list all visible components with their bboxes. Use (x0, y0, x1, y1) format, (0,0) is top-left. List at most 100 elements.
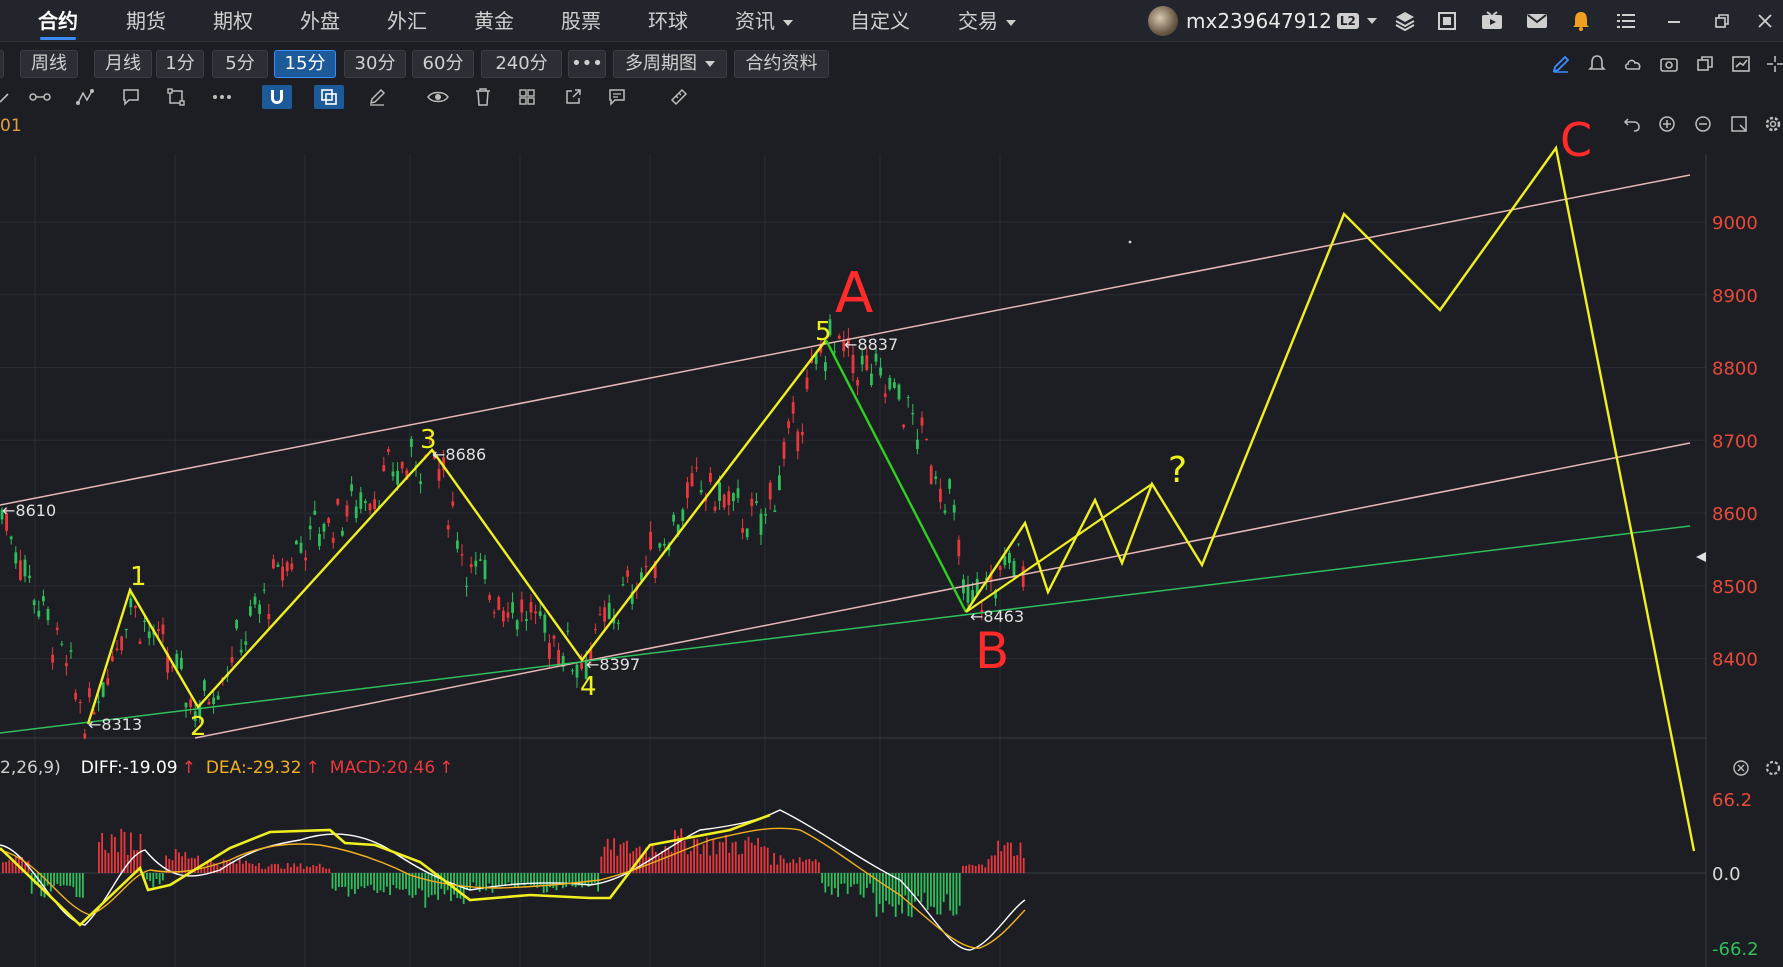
macd-histogram-bar (763, 846, 766, 873)
candle-body (879, 367, 882, 376)
macd-histogram-bar (501, 873, 503, 886)
candle-body (727, 491, 731, 505)
candle-body (479, 559, 482, 561)
macd-settings-icon[interactable] (1765, 760, 1781, 776)
candle-body (327, 518, 330, 524)
candle-body (129, 598, 133, 608)
macd-histogram-bar (56, 873, 59, 884)
candle-body (1003, 556, 1007, 566)
macd-close-icon[interactable] (1733, 760, 1749, 776)
macd-histogram-bar (574, 873, 577, 888)
macd-histogram-bar (846, 873, 849, 894)
candle-body (207, 702, 211, 705)
candle-body (203, 680, 206, 691)
macd-histogram-bar (830, 873, 833, 895)
price-tick-8500: 8500 (1712, 577, 1758, 598)
candle-body (267, 613, 271, 620)
candle-body (244, 641, 248, 645)
macd-histogram-bar (98, 841, 100, 873)
macd-histogram-bar (82, 873, 84, 898)
macd-histogram-bar (488, 873, 491, 884)
macd-histogram-bar (117, 852, 119, 873)
macd-histogram-bar (747, 836, 750, 873)
macd-histogram-bar (62, 873, 65, 886)
candle-body (837, 335, 841, 339)
macd-histogram-bar (46, 873, 49, 886)
macd-histogram-bar (930, 873, 932, 907)
macd-histogram-bar (315, 865, 318, 873)
candle-body (525, 619, 528, 621)
macd-histogram-bar (923, 873, 926, 893)
candle-body (534, 611, 537, 614)
chart-canvas[interactable]: 1 2 3 4 5 ? A B C ←8610 ←8313 ←8686 ←839… (0, 0, 1783, 967)
macd-histogram-bar (418, 873, 420, 889)
macd-histogram-bar (379, 873, 382, 891)
macd-histogram-bar (322, 867, 324, 873)
macd-histogram-bar (226, 860, 228, 873)
macd-histogram-bar (866, 873, 868, 888)
macd-histogram-bar (507, 873, 510, 883)
macd-histogram-bar (8, 859, 11, 873)
macd-histogram-bar (158, 873, 161, 885)
macd-histogram-bar (834, 873, 836, 889)
candle-body (520, 599, 524, 613)
macd-histogram-bar (382, 873, 385, 893)
macd-histogram-bar (782, 858, 785, 873)
macd-histogram-bar (619, 844, 622, 873)
macd-histogram-bar (987, 858, 990, 873)
candle-body (686, 482, 689, 498)
candle-body (722, 494, 726, 508)
macd-histogram-bar (395, 873, 398, 889)
candle-body (943, 510, 947, 513)
macd-histogram-bar (104, 849, 107, 873)
macd-histogram-bar (376, 873, 379, 893)
macd-histogram-bar (392, 873, 395, 885)
macd-histogram-bar (341, 873, 343, 888)
candle-body (111, 656, 114, 662)
macd-histogram-bar (613, 838, 615, 873)
macd-histogram-bar (197, 855, 199, 873)
macd-histogram-bar (997, 840, 999, 873)
candle-body (934, 476, 938, 479)
macd-histogram-bar (2, 862, 4, 873)
macd-histogram-bar (498, 873, 500, 887)
candle-body (272, 559, 275, 569)
candle-body (492, 612, 496, 614)
candle-body (672, 514, 675, 522)
wave-letter-c: C (1560, 113, 1592, 167)
macd-histogram-bar (469, 873, 471, 891)
macd-histogram-bar (363, 873, 366, 888)
macd-histogram-bar (744, 840, 747, 873)
macd-histogram-bar (840, 873, 843, 884)
candle-body (391, 471, 395, 477)
macd-histogram-bar (949, 873, 951, 911)
macd-histogram-bar (370, 873, 372, 885)
macd-histogram-bar (526, 873, 529, 885)
candle-body (598, 614, 602, 616)
macd-histogram-bar (1016, 855, 1019, 873)
price-annotation-8397: ←8397 (586, 655, 640, 674)
candle-body (469, 564, 473, 568)
macd-histogram-bar (344, 873, 347, 887)
macd-histogram-bar (795, 863, 798, 873)
macd-histogram-bar (910, 873, 913, 918)
candle-body (745, 528, 749, 538)
macd-histogram-bar (171, 860, 174, 873)
macd-histogram-bar (850, 873, 852, 887)
candle-body (768, 482, 772, 500)
candle-body (364, 501, 367, 504)
candle-body (851, 354, 855, 374)
macd-histogram-bar (766, 847, 769, 873)
candle-body (1008, 552, 1011, 563)
macd-histogram-bar (728, 852, 731, 873)
candle-body (594, 629, 597, 631)
macd-histogram-bar (312, 865, 315, 873)
candle-body (262, 589, 266, 591)
macd-histogram-bar (674, 830, 676, 873)
candle-body (626, 570, 629, 577)
candle-body (14, 552, 18, 564)
price-tick-8600: 8600 (1712, 504, 1758, 525)
macd-histogram-bar (72, 873, 75, 888)
macd-histogram-bar (690, 850, 692, 873)
candle-body (543, 614, 547, 633)
